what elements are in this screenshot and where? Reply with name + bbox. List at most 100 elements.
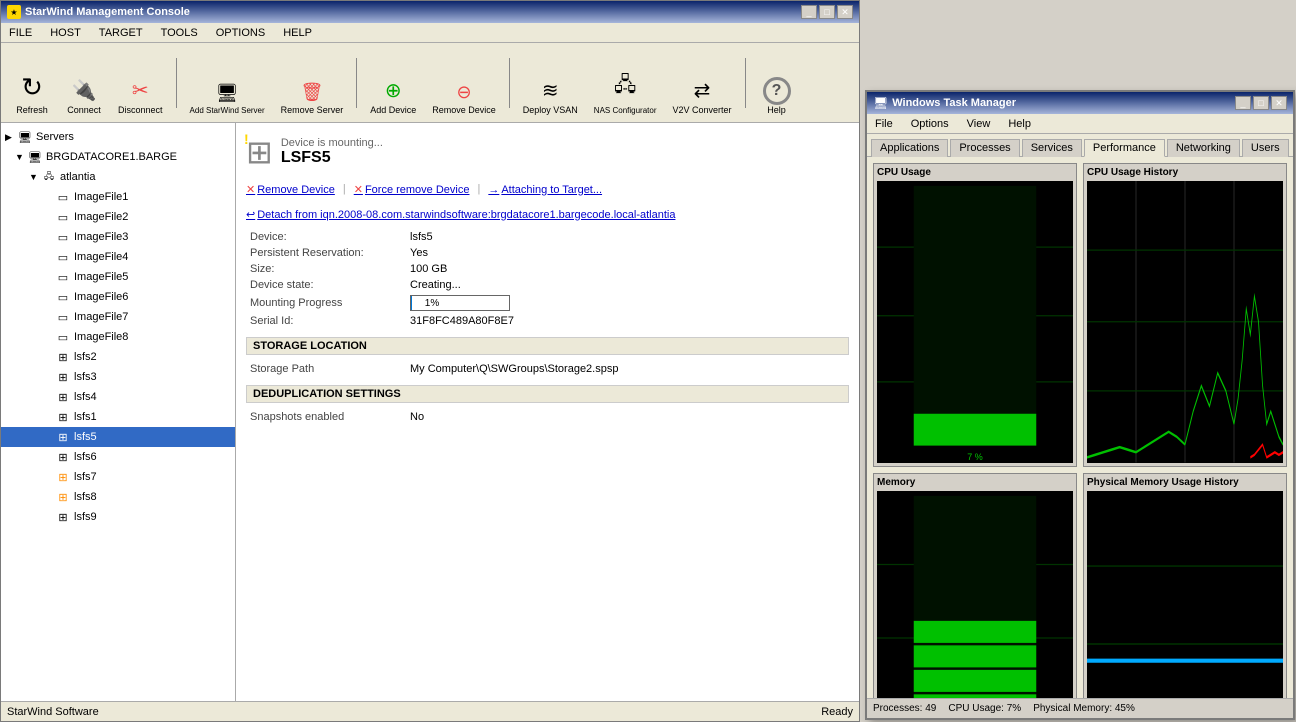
tab-networking[interactable]: Networking [1167, 139, 1240, 157]
tab-services[interactable]: Services [1022, 139, 1082, 157]
sidebar-item-lsfs7[interactable]: ⊞ lsfs7 [1, 467, 235, 487]
detach-link[interactable]: ↩ Detach from iqn.2008-08.com.starwindso… [246, 208, 675, 221]
menu-tools[interactable]: TOOLS [157, 26, 202, 40]
tree-expand-atlantia[interactable]: ▼ [29, 172, 41, 182]
sidebar-item-lsfs4[interactable]: ⊞ lsfs4 [1, 387, 235, 407]
sidebar-item-lsfs5[interactable]: ⊞ lsfs5 [1, 427, 235, 447]
status-bar-left: StarWind Software [7, 706, 99, 718]
main-status-bar: StarWind Software Ready [1, 701, 859, 721]
sidebar-item-imagefile1[interactable]: ▭ ImageFile1 [1, 187, 235, 207]
tab-applications[interactable]: Applications [871, 139, 948, 157]
memory-title: Memory [877, 477, 1073, 488]
detach-label: Detach from iqn.2008-08.com.starwindsoft… [257, 209, 675, 221]
tm-controls: _ □ ✕ [1235, 96, 1287, 110]
help-button[interactable]: ? Help [752, 50, 802, 118]
remove-device-icon: ⊖ [456, 82, 471, 103]
menu-bar: FILE HOST TARGET TOOLS OPTIONS HELP [1, 23, 859, 43]
deploy-vsan-button[interactable]: ≋ Deploy VSAN [516, 50, 585, 118]
field-value-serial: 31F8FC489A80F8E7 [406, 313, 849, 329]
tm-menu-file[interactable]: File [871, 117, 897, 131]
add-starwind-server-button[interactable]: 🖥 Add StarWind Server [183, 50, 272, 118]
sidebar-item-imagefile2[interactable]: ▭ ImageFile2 [1, 207, 235, 227]
device-status-text: Device is mounting... [281, 137, 383, 149]
close-button[interactable]: ✕ [837, 5, 853, 19]
tm-maximize[interactable]: □ [1253, 96, 1269, 110]
sidebar-item-imagefile7[interactable]: ▭ ImageFile7 [1, 307, 235, 327]
maximize-button[interactable]: □ [819, 5, 835, 19]
tm-menu-view[interactable]: View [963, 117, 995, 131]
refresh-button[interactable]: ↻ Refresh [7, 50, 57, 118]
main-window: ★ StarWind Management Console _ □ ✕ FILE… [0, 0, 860, 722]
help-label: Help [767, 105, 786, 115]
menu-host[interactable]: HOST [46, 26, 85, 40]
toolbar-sep-1 [176, 58, 177, 108]
imagefile1-label: ImageFile1 [74, 191, 128, 203]
nas-configurator-icon: 🖧 [614, 70, 636, 104]
menu-target[interactable]: TARGET [95, 26, 147, 40]
deploy-vsan-label: Deploy VSAN [523, 105, 578, 115]
cpu-usage-title: CPU Usage [877, 167, 1073, 178]
sidebar-item-imagefile4[interactable]: ▭ ImageFile4 [1, 247, 235, 267]
field-label-size: Size: [246, 261, 406, 277]
toolbar-sep-4 [745, 58, 746, 108]
detach-icon: ↩ [246, 208, 255, 221]
device-main-icon: ⊞ [246, 134, 273, 170]
remove-server-button[interactable]: 🗑 Remove Server [274, 50, 351, 118]
tree-expand-servers[interactable]: ▶ [5, 132, 17, 143]
dedup-settings-title: DEDUPLICATION SETTINGS [246, 385, 849, 403]
tm-minimize[interactable]: _ [1235, 96, 1251, 110]
menu-help[interactable]: HELP [279, 26, 316, 40]
sidebar-item-servers[interactable]: ▶ 🖥 Servers [1, 127, 235, 147]
nas-configurator-button[interactable]: 🖧 NAS Configurator [587, 50, 664, 118]
cpu-history-box: CPU Usage History [1083, 163, 1287, 467]
sidebar-item-imagefile8[interactable]: ▭ ImageFile8 [1, 327, 235, 347]
progress-bar: 1% [410, 295, 510, 311]
v2v-converter-icon: ⇄ [694, 78, 711, 103]
sidebar-item-imagefile3[interactable]: ▭ ImageFile3 [1, 227, 235, 247]
table-row: Device: lsfs5 [246, 229, 849, 245]
sidebar-item-lsfs8[interactable]: ⊞ lsfs8 [1, 487, 235, 507]
tm-close[interactable]: ✕ [1271, 96, 1287, 110]
sidebar-item-lsfs2[interactable]: ⊞ lsfs2 [1, 347, 235, 367]
tm-title-bar: 🖥 Windows Task Manager _ □ ✕ [867, 92, 1293, 114]
storage-location-title: STORAGE LOCATION [246, 337, 849, 355]
table-row: Size: 100 GB [246, 261, 849, 277]
minimize-button[interactable]: _ [801, 5, 817, 19]
tm-menu-options[interactable]: Options [907, 117, 953, 131]
sidebar-item-lsfs1[interactable]: ⊞ lsfs1 [1, 407, 235, 427]
sidebar-item-imagefile5[interactable]: ▭ ImageFile5 [1, 267, 235, 287]
lsfs7-icon: ⊞ [55, 469, 71, 485]
sidebar-item-lsfs9[interactable]: ⊞ lsfs9 [1, 507, 235, 527]
sidebar-item-lsfs3[interactable]: ⊞ lsfs3 [1, 367, 235, 387]
toolbar: ↻ Refresh 🔌 Connect ✂ Disconnect 🖥 Add S… [1, 43, 859, 123]
tree-expand-brgdatacore1[interactable]: ▼ [15, 152, 27, 162]
sidebar-item-atlantia[interactable]: ▼ 🖧 atlantia [1, 167, 235, 187]
menu-options[interactable]: OPTIONS [212, 26, 270, 40]
add-device-label: Add Device [370, 105, 416, 115]
tab-processes[interactable]: Processes [950, 139, 1019, 157]
remove-device-link[interactable]: ✕ Remove Device [246, 183, 335, 196]
main-title-bar: ★ StarWind Management Console _ □ ✕ [1, 1, 859, 23]
field-label-device: Device: [246, 229, 406, 245]
remove-device-button[interactable]: ⊖ Remove Device [425, 50, 503, 118]
add-device-button[interactable]: ⊕ Add Device [363, 50, 423, 118]
sidebar-item-lsfs6[interactable]: ⊞ lsfs6 [1, 447, 235, 467]
disconnect-button[interactable]: ✂ Disconnect [111, 50, 170, 118]
table-row: Device state: Creating... [246, 277, 849, 293]
add-starwind-server-label: Add StarWind Server [190, 106, 265, 115]
tab-users[interactable]: Users [1242, 139, 1289, 157]
connect-button[interactable]: 🔌 Connect [59, 50, 109, 118]
v2v-converter-button[interactable]: ⇄ V2V Converter [666, 50, 739, 118]
menu-file[interactable]: FILE [5, 26, 36, 40]
toolbar-sep-3 [509, 58, 510, 108]
attaching-link[interactable]: → Attaching to Target... [488, 183, 602, 196]
device-warn-icon: ! [244, 131, 249, 147]
field-label-state: Device state: [246, 277, 406, 293]
tm-menu-help[interactable]: Help [1004, 117, 1035, 131]
remove-server-label: Remove Server [281, 105, 344, 115]
atlantia-label: atlantia [60, 171, 95, 183]
imagefile4-label: ImageFile4 [74, 251, 128, 263]
force-remove-link[interactable]: ✕ Force remove Device [354, 183, 470, 196]
tab-performance[interactable]: Performance [1084, 139, 1165, 157]
sidebar-item-brgdatacore1[interactable]: ▼ 🖥 BRGDATACORE1.BARGE [1, 147, 235, 167]
